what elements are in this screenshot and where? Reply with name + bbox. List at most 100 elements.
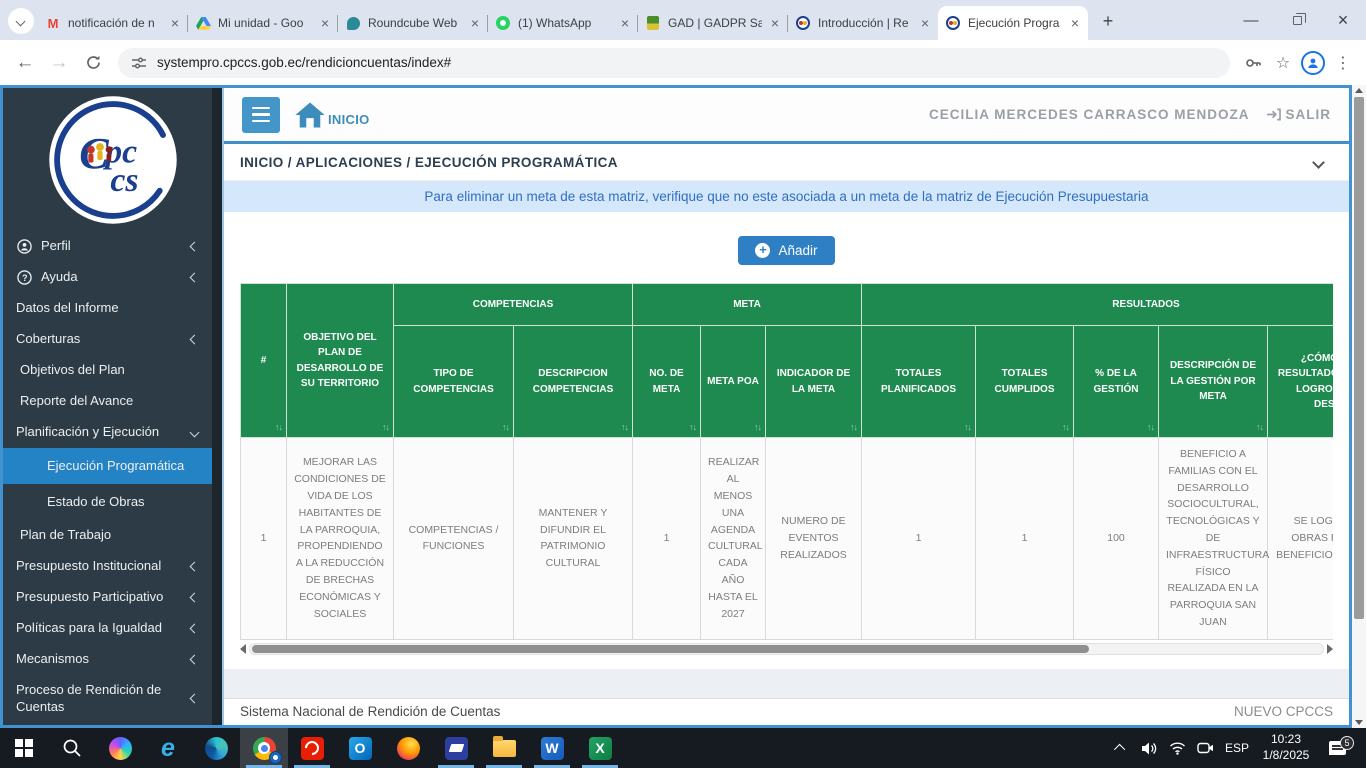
tab-close-icon[interactable]: ×: [169, 15, 181, 31]
column-header-indicador[interactable]: INDICADOR DE LA META↑↓: [766, 326, 862, 438]
cell-como-aporta: SE LOGRA EJECUTAR OBRAS PLANIFICADAS BEN…: [1268, 438, 1334, 640]
scroll-right-arrow-icon[interactable]: [1327, 644, 1333, 654]
column-header-meta-poa[interactable]: META POA↑↓: [701, 326, 766, 438]
sidebar-item-presupuesto-institucional[interactable]: Presupuesto Institucional: [3, 551, 222, 582]
browser-tab-drive[interactable]: Mi unidad - Goo ×: [188, 6, 338, 40]
volume-button[interactable]: [1135, 741, 1163, 756]
taskbar-acrobat-button[interactable]: [288, 728, 336, 768]
taskbar-search-button[interactable]: [48, 728, 96, 768]
tab-close-icon[interactable]: ×: [469, 15, 481, 31]
collapse-chevron-icon[interactable]: [1312, 156, 1325, 169]
sidebar-item-perfil[interactable]: Perfil: [3, 231, 222, 262]
scroll-left-arrow-icon[interactable]: [240, 644, 246, 654]
sort-icon[interactable]: ↑↓: [1062, 421, 1069, 435]
taskbar-edge-button[interactable]: [192, 728, 240, 768]
taskbar-clock[interactable]: 10:23 1/8/2025: [1255, 732, 1317, 763]
add-button[interactable]: + Añadir: [738, 236, 834, 265]
sort-icon[interactable]: ↑↓: [964, 421, 971, 435]
new-tab-button[interactable]: +: [1094, 7, 1122, 35]
tab-close-icon[interactable]: ×: [619, 15, 631, 31]
tab-close-icon[interactable]: ×: [769, 15, 781, 31]
sort-icon[interactable]: ↑↓: [502, 421, 509, 435]
sidebar-item-presupuesto-participativo[interactable]: Presupuesto Participativo: [3, 582, 222, 613]
reload-button[interactable]: [76, 46, 110, 80]
taskbar-scanner-button[interactable]: [432, 728, 480, 768]
sidebar-item-planificacion-ejecucion[interactable]: Planificación y Ejecución: [3, 417, 222, 448]
horizontal-scrollbar-thumb[interactable]: [252, 645, 1089, 653]
sidebar-item-proceso-rendicion[interactable]: Proceso de Rendición de Cuentas: [3, 675, 222, 723]
sidebar-item-coberturas[interactable]: Coberturas: [3, 324, 222, 355]
sort-icon[interactable]: ↑↓: [850, 421, 857, 435]
column-header-objetivo[interactable]: OBJETIVO DEL PLAN DE DESARROLLO DE SU TE…: [287, 284, 394, 438]
meet-now-button[interactable]: [1191, 741, 1219, 755]
window-minimize-button[interactable]: —: [1228, 0, 1274, 40]
taskbar-outlook-button[interactable]: O: [336, 728, 384, 768]
table-row[interactable]: 1 MEJORAR LAS CONDICIONES DE VIDA DE LOS…: [241, 438, 1334, 640]
column-header-descripcion-gestion[interactable]: DESCRIPCIÓN DE LA GESTIÓN POR META↑↓: [1159, 326, 1268, 438]
taskbar-excel-button[interactable]: X: [576, 728, 624, 768]
address-bar[interactable]: systempro.cpccs.gob.ec/rendicioncuentas/…: [118, 48, 1230, 78]
forward-button[interactable]: →: [42, 46, 76, 80]
window-close-button[interactable]: ×: [1320, 0, 1366, 40]
sidebar-item-reporte-avance[interactable]: Reporte del Avance: [3, 386, 222, 417]
browser-tab-whatsapp[interactable]: (1) WhatsApp ×: [488, 6, 638, 40]
notification-center-button[interactable]: 5: [1317, 741, 1357, 755]
sort-icon[interactable]: ↑↓: [754, 421, 761, 435]
scroll-down-arrow-icon[interactable]: [1355, 720, 1363, 725]
taskbar-file-explorer-button[interactable]: [480, 728, 528, 768]
profile-avatar-button[interactable]: [1298, 48, 1328, 78]
tab-close-icon[interactable]: ×: [1069, 15, 1081, 31]
bookmark-star-button[interactable]: ☆: [1268, 48, 1298, 78]
start-button[interactable]: [0, 728, 48, 768]
hamburger-menu-button[interactable]: [242, 97, 280, 133]
taskbar-chrome-button[interactable]: [240, 728, 288, 768]
sort-icon[interactable]: ↑↓: [689, 421, 696, 435]
back-button[interactable]: ←: [8, 46, 42, 80]
tab-close-icon[interactable]: ×: [919, 15, 931, 31]
sort-icon[interactable]: ↑↓: [1147, 421, 1154, 435]
sort-icon[interactable]: ↑↓: [621, 421, 628, 435]
browser-tab-gmail[interactable]: M notificación de n ×: [38, 6, 188, 40]
tray-expand-button[interactable]: [1107, 744, 1135, 752]
sidebar-item-datos-informe[interactable]: Datos del Informe: [3, 293, 222, 324]
scrollbar-thumb[interactable]: [1354, 97, 1364, 619]
tab-close-icon[interactable]: ×: [319, 15, 331, 31]
taskbar-copilot-button[interactable]: [96, 728, 144, 768]
browser-menu-button[interactable]: ⋮: [1328, 48, 1358, 78]
column-header-num[interactable]: #↑↓: [241, 284, 287, 438]
language-indicator[interactable]: ESP: [1219, 741, 1255, 755]
column-header-no-meta[interactable]: NO. DE META↑↓: [633, 326, 701, 438]
column-header-tipo-competencias[interactable]: TIPO DE COMPETENCIAS↑↓: [394, 326, 514, 438]
browser-tab-gad[interactable]: GAD | GADPR Sa ×: [638, 6, 788, 40]
sidebar-item-politicas-igualdad[interactable]: Políticas para la Igualdad: [3, 613, 222, 644]
scroll-up-arrow-icon[interactable]: [1355, 88, 1363, 93]
sidebar-item-estado-obras[interactable]: Estado de Obras: [3, 484, 222, 520]
column-header-como-aporta[interactable]: ¿CÓMO APORTA EL RESULTADO ALCANZADO AL L…: [1268, 326, 1334, 438]
sort-icon[interactable]: ↑↓: [382, 421, 389, 435]
column-header-totales-cumplidos[interactable]: TOTALES CUMPLIDOS↑↓: [976, 326, 1074, 438]
sidebar-item-ayuda[interactable]: ? Ayuda: [3, 262, 222, 293]
browser-scrollbar[interactable]: [1352, 85, 1366, 728]
column-header-totales-planificados[interactable]: TOTALES PLANIFICADOS↑↓: [862, 326, 976, 438]
sidebar-item-plan-trabajo[interactable]: Plan de Trabajo: [3, 520, 222, 551]
browser-tab-roundcube[interactable]: Roundcube Web ×: [338, 6, 488, 40]
network-button[interactable]: [1163, 741, 1191, 755]
window-restore-button[interactable]: [1274, 0, 1320, 40]
tab-search-button[interactable]: [8, 8, 34, 34]
browser-tab-introduccion[interactable]: Introducción | Re ×: [788, 6, 938, 40]
taskbar-firefox-button[interactable]: [384, 728, 432, 768]
sidebar-item-objetivos-plan[interactable]: Objetivos del Plan: [3, 355, 222, 386]
taskbar-word-button[interactable]: W: [528, 728, 576, 768]
sort-icon[interactable]: ↑↓: [275, 421, 282, 435]
taskbar-internet-explorer-button[interactable]: e: [144, 728, 192, 768]
home-link[interactable]: INICIO: [294, 101, 370, 129]
horizontal-scrollbar[interactable]: [240, 642, 1333, 657]
column-header-porcentaje-gestion[interactable]: % DE LA GESTIÓN↑↓: [1074, 326, 1159, 438]
browser-tab-ejecucion-active[interactable]: Ejecución Progra ×: [938, 6, 1088, 40]
sidebar-item-mecanismos[interactable]: Mecanismos: [3, 644, 222, 675]
column-header-descripcion-competencias[interactable]: DESCRIPCION COMPETENCIAS↑↓: [514, 326, 633, 438]
password-key-button[interactable]: [1238, 48, 1268, 78]
sort-icon[interactable]: ↑↓: [1256, 421, 1263, 435]
sidebar-item-ejecucion-programatica-active[interactable]: Ejecución Programática: [3, 448, 222, 484]
logout-button[interactable]: SALIR: [1266, 107, 1332, 122]
